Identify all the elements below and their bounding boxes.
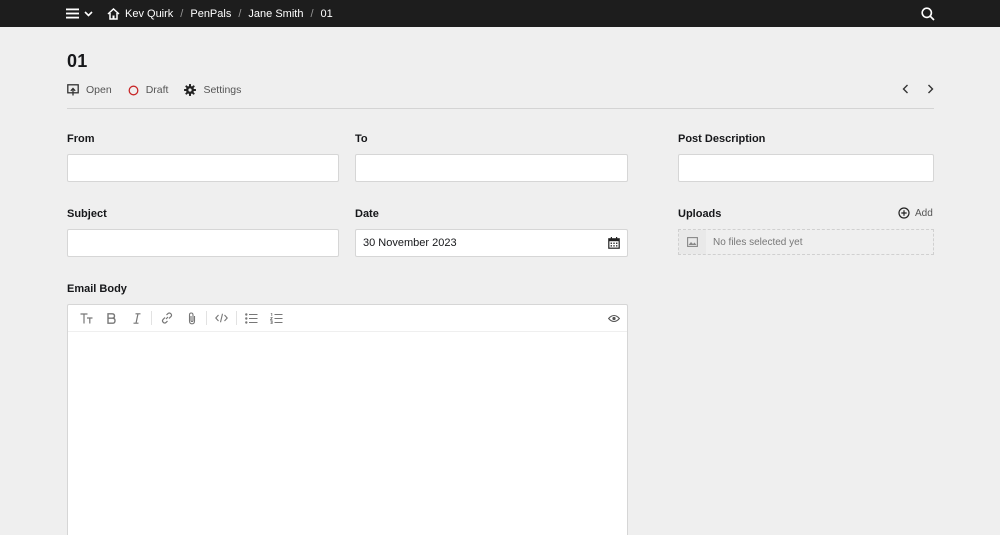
link-icon <box>161 312 172 324</box>
menu-icon <box>66 8 79 19</box>
toolbar-separator <box>236 311 237 325</box>
top-bar: Kev Quirk / PenPals / Jane Smith / 01 <box>0 0 1000 27</box>
bold-button[interactable] <box>99 308 124 328</box>
open-label: Open <box>86 84 112 96</box>
draft-label: Draft <box>145 84 169 96</box>
uploads-dropzone[interactable]: No files selected yet <box>678 229 934 255</box>
search-button[interactable] <box>921 7 935 21</box>
date-label: Date <box>355 208 379 220</box>
pager <box>902 84 934 94</box>
breadcrumb-item-jane-smith[interactable]: Jane Smith <box>248 8 303 20</box>
draft-status-button[interactable]: Draft <box>128 84 169 96</box>
italic-icon <box>133 312 140 324</box>
home-icon[interactable] <box>107 7 120 20</box>
post-description-label: Post Description <box>678 133 766 145</box>
page-actions: Open Draft Settings <box>67 84 257 96</box>
breadcrumb-separator: / <box>180 7 184 20</box>
italic-button[interactable] <box>124 308 149 328</box>
code-icon <box>215 313 228 323</box>
post-description-field[interactable] <box>678 154 934 182</box>
settings-button[interactable]: Settings <box>184 84 241 96</box>
bullet-list-button[interactable] <box>239 308 264 328</box>
to-field[interactable] <box>355 154 628 182</box>
link-button[interactable] <box>154 308 179 328</box>
subject-field[interactable] <box>67 229 339 257</box>
page-title: 01 <box>67 51 88 71</box>
breadcrumb-separator: / <box>238 7 242 20</box>
open-button[interactable]: Open <box>67 84 112 96</box>
code-button[interactable] <box>209 308 234 328</box>
bold-icon <box>107 312 116 324</box>
email-body-editor <box>67 304 628 535</box>
ordered-list-icon <box>270 312 283 324</box>
headings-button[interactable] <box>74 308 99 328</box>
ordered-list-button[interactable] <box>264 308 289 328</box>
image-icon <box>687 237 698 247</box>
breadcrumb-item-site[interactable]: Kev Quirk <box>125 8 173 20</box>
breadcrumb-separator: / <box>310 7 314 20</box>
from-label: From <box>67 133 95 145</box>
toolbar-separator <box>151 311 152 325</box>
next-page-button[interactable] <box>927 84 934 94</box>
gear-icon <box>184 84 197 96</box>
attachment-button[interactable] <box>179 308 204 328</box>
uploads-empty-text: No files selected yet <box>713 236 803 248</box>
uploads-label: Uploads <box>678 208 722 220</box>
eye-icon <box>608 314 620 322</box>
email-body-textarea[interactable] <box>68 331 627 535</box>
preview-button[interactable] <box>606 310 622 326</box>
upload-placeholder-thumb <box>679 230 706 254</box>
search-icon <box>921 7 935 21</box>
previous-page-button[interactable] <box>902 84 909 94</box>
from-field[interactable] <box>67 154 339 182</box>
email-body-label: Email Body <box>67 283 127 295</box>
toolbar-separator <box>206 311 207 325</box>
headings-icon <box>80 312 93 323</box>
subject-label: Subject <box>67 208 107 220</box>
open-icon <box>67 84 79 96</box>
breadcrumb-item-penpals[interactable]: PenPals <box>190 8 231 20</box>
calendar-icon[interactable] <box>608 237 620 249</box>
draft-status-icon <box>128 85 139 95</box>
bullet-list-icon <box>245 312 258 324</box>
to-label: To <box>355 133 368 145</box>
date-value: 30 November 2023 <box>363 237 457 249</box>
header-divider <box>67 108 934 109</box>
breadcrumb: Kev Quirk / PenPals / Jane Smith / 01 <box>107 0 333 27</box>
breadcrumb-item-current[interactable]: 01 <box>321 8 333 20</box>
add-upload-button[interactable]: Add <box>898 207 933 219</box>
settings-label: Settings <box>203 84 242 96</box>
chevron-down-icon <box>84 10 93 17</box>
add-upload-label: Add <box>915 207 933 219</box>
editor-toolbar <box>68 305 627 331</box>
chevron-right-icon <box>928 84 934 94</box>
chevron-left-icon <box>902 84 908 94</box>
add-circle-icon <box>898 207 910 219</box>
attachment-icon <box>188 311 195 324</box>
date-field[interactable]: 30 November 2023 <box>355 229 628 257</box>
menu-button[interactable] <box>66 6 96 21</box>
